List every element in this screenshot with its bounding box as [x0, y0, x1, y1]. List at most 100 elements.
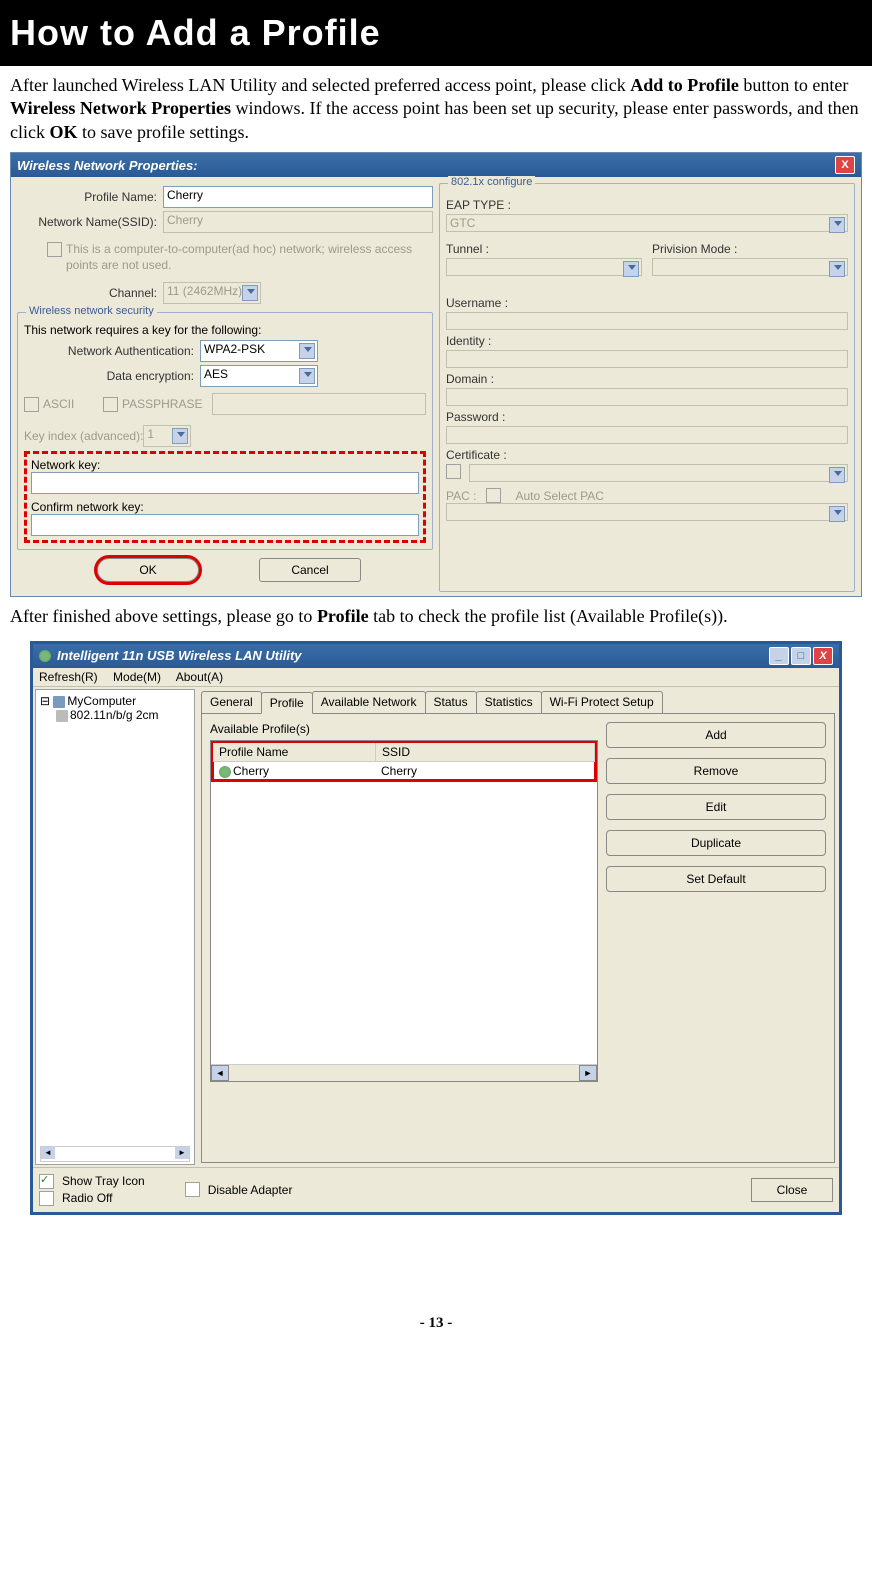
menu-about[interactable]: About(A)	[176, 670, 223, 684]
page-title: How to Add a Profile	[0, 0, 872, 66]
computer-icon	[53, 696, 65, 708]
confirm-key-label: Confirm network key:	[31, 500, 419, 514]
pac-select	[446, 503, 848, 521]
tab-available-network[interactable]: Available Network	[312, 691, 426, 713]
scroll-right-icon[interactable]: ►	[579, 1065, 597, 1081]
menu-mode[interactable]: Mode(M)	[113, 670, 161, 684]
close-icon[interactable]: X	[835, 156, 855, 174]
network-key-input[interactable]	[31, 472, 419, 494]
column-profile-name[interactable]: Profile Name	[213, 743, 376, 761]
list-scrollbar[interactable]: ◄ ►	[211, 1064, 597, 1081]
auth-select[interactable]: WPA2-PSK	[200, 340, 318, 362]
device-tree[interactable]: ⊟ MyComputer 802.11n/b/g 2cm ◄ ►	[35, 689, 195, 1165]
tab-status[interactable]: Status	[425, 691, 477, 713]
channel-select: 11 (2462MHz)	[163, 282, 261, 304]
profile-name-label: Profile Name:	[17, 190, 163, 204]
ascii-label: ASCII	[43, 397, 103, 411]
bold: Wireless Network Properties	[10, 98, 231, 118]
security-note: This network requires a key for the foll…	[24, 323, 426, 337]
text: to save profile settings.	[78, 122, 249, 142]
pac-label: PAC :	[446, 489, 476, 503]
username-label: Username :	[446, 296, 848, 310]
minimize-icon[interactable]: _	[769, 647, 789, 665]
tree-child[interactable]: 802.11n/b/g 2cm	[40, 708, 190, 722]
close-button[interactable]: Close	[751, 1178, 833, 1202]
network-key-label: Network key:	[31, 458, 419, 472]
encryption-select[interactable]: AES	[200, 365, 318, 387]
username-input	[446, 312, 848, 330]
passphrase-checkbox	[103, 397, 118, 412]
text: button to enter	[739, 75, 848, 95]
profile-highlight: Profile Name SSID Cherry Cherry	[211, 741, 597, 782]
auto-select-pac-label: Auto Select PAC	[515, 489, 604, 503]
password-label: Password :	[446, 410, 848, 424]
add-button[interactable]: Add	[606, 722, 826, 748]
menubar: Refresh(R) Mode(M) About(A)	[33, 668, 839, 687]
identity-input	[446, 350, 848, 368]
remove-button[interactable]: Remove	[606, 758, 826, 784]
scroll-right-icon[interactable]: ►	[175, 1147, 189, 1159]
keyindex-select: 1	[143, 425, 191, 447]
tab-wps[interactable]: Wi-Fi Protect Setup	[541, 691, 663, 713]
eap-type-label: EAP TYPE :	[446, 198, 848, 212]
cancel-button[interactable]: Cancel	[259, 558, 361, 582]
show-tray-icon-label: Show Tray Icon	[62, 1174, 145, 1188]
tab-profile[interactable]: Profile	[261, 692, 313, 714]
maximize-icon[interactable]: □	[791, 647, 811, 665]
duplicate-button[interactable]: Duplicate	[606, 830, 826, 856]
confirm-key-input[interactable]	[31, 514, 419, 536]
disable-adapter-checkbox[interactable]	[185, 1182, 200, 1197]
identity-label: Identity :	[446, 334, 848, 348]
provision-mode-select	[652, 258, 848, 276]
set-default-button[interactable]: Set Default	[606, 866, 826, 892]
list-item[interactable]: Cherry Cherry	[213, 762, 595, 780]
intro-paragraph-1: After launched Wireless LAN Utility and …	[0, 66, 872, 152]
adapter-icon	[56, 710, 68, 722]
network-key-highlight: Network key: Confirm network key:	[24, 451, 426, 543]
close-icon[interactable]: X	[813, 647, 833, 665]
profile-list[interactable]: Profile Name SSID Cherry Cherry ◄ ►	[210, 740, 598, 1082]
show-tray-icon-checkbox[interactable]	[39, 1174, 54, 1189]
auth-label: Network Authentication:	[24, 344, 200, 358]
tunnel-label: Tunnel :	[446, 242, 642, 256]
intro-paragraph-2: After finished above settings, please go…	[0, 597, 872, 636]
tree-scrollbar[interactable]: ◄ ►	[40, 1146, 190, 1162]
scroll-left-icon[interactable]: ◄	[41, 1147, 55, 1159]
column-ssid[interactable]: SSID	[376, 743, 595, 761]
edit-button[interactable]: Edit	[606, 794, 826, 820]
wireless-network-properties-dialog: Wireless Network Properties: X Profile N…	[10, 152, 862, 597]
text: tab to check the profile list (Available…	[369, 606, 728, 626]
adhoc-note: This is a computer-to-computer(ad hoc) n…	[17, 236, 433, 279]
certificate-label: Certificate :	[446, 448, 848, 462]
passphrase-input	[212, 393, 426, 415]
bold: OK	[49, 122, 77, 142]
ok-button[interactable]: OK	[97, 558, 199, 582]
tunnel-select	[446, 258, 642, 276]
domain-label: Domain :	[446, 372, 848, 386]
menu-refresh[interactable]: Refresh(R)	[39, 670, 98, 684]
app-icon	[39, 650, 51, 662]
profile-name-input[interactable]: Cherry	[163, 186, 433, 208]
page-number: - 13 -	[0, 1315, 872, 1332]
ssid-label: Network Name(SSID):	[17, 215, 163, 229]
adhoc-text: This is a computer-to-computer(ad hoc) n…	[66, 242, 427, 273]
auto-select-pac-checkbox	[486, 488, 501, 503]
provision-mode-label: Privision Mode :	[652, 242, 848, 256]
window-title: Intelligent 11n USB Wireless LAN Utility	[57, 648, 302, 663]
certificate-checkbox	[446, 464, 461, 479]
tab-general[interactable]: General	[201, 691, 262, 713]
text: After launched Wireless LAN Utility and …	[10, 75, 630, 95]
eap-type-select: GTC	[446, 214, 848, 232]
passphrase-label: PASSPHRASE	[122, 397, 212, 411]
tabs: General Profile Available Network Status…	[201, 691, 835, 714]
cell-ssid: Cherry	[375, 763, 595, 779]
available-profiles-label: Available Profile(s)	[210, 722, 598, 736]
8021x-group-title: 802.1x configure	[448, 176, 535, 188]
cell-profile-name: Cherry	[233, 764, 269, 778]
scroll-left-icon[interactable]: ◄	[211, 1065, 229, 1081]
disable-adapter-label: Disable Adapter	[208, 1183, 293, 1197]
tab-statistics[interactable]: Statistics	[476, 691, 542, 713]
radio-off-checkbox[interactable]	[39, 1191, 54, 1206]
bold: Add to Profile	[630, 75, 739, 95]
tree-root[interactable]: ⊟ MyComputer	[40, 694, 190, 708]
